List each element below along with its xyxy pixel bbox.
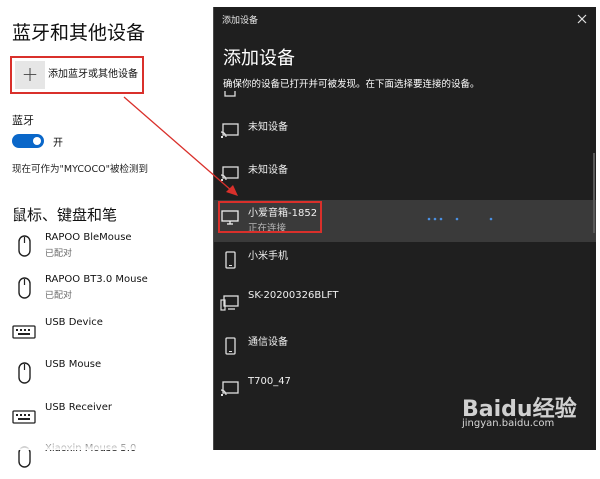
device-list-item-name: 小爱音箱-1852 (248, 208, 318, 219)
baidu-watermark: Baidu经验 jingyan.baidu.com (462, 389, 598, 447)
device-row[interactable]: USB Receiver (12, 402, 212, 438)
device-list-item-name: 通信设备 (248, 337, 288, 348)
device-list-item[interactable]: SK-20200326BLFT (214, 282, 596, 324)
cast-device-icon (220, 166, 239, 181)
cast-device-icon (220, 123, 239, 138)
device-status: 已配对 (45, 291, 73, 301)
phone-icon (225, 337, 236, 355)
device-status: 已配对 (45, 249, 73, 259)
watermark-url: jingyan.baidu.com (462, 418, 555, 429)
device-row[interactable]: USB Mouse (12, 359, 212, 395)
device-name: USB Device (45, 317, 103, 328)
monitor-icon (221, 210, 239, 225)
discoverable-text: 现在可作为"MYCOCO"被检测到 (12, 164, 148, 175)
device-row[interactable]: USB Device (12, 317, 212, 353)
mouse-icon (18, 235, 31, 257)
device-icon-partial (224, 91, 236, 97)
bluetooth-label: 蓝牙 (12, 114, 34, 127)
device-list-item-name: SK-20200326BLFT (248, 290, 339, 301)
cast-device-icon (220, 381, 239, 396)
device-list-item-name: 未知设备 (248, 122, 288, 133)
device-list-item[interactable]: 小米手机 (214, 239, 596, 281)
dialog-titlebar: 添加设备 (214, 7, 596, 31)
add-device-label: 添加蓝牙或其他设备 (48, 69, 138, 80)
scroll-fade (0, 438, 215, 450)
device-list-item-name: 小米手机 (248, 251, 288, 262)
settings-page: 蓝牙和其他设备 + 添加蓝牙或其他设备 蓝牙 开 现在可作为"MYCOCO"被检… (0, 0, 215, 468)
device-list-item[interactable]: 未知设备 (214, 153, 596, 195)
bluetooth-toggle-state: 开 (53, 138, 63, 149)
device-list-item-name: 未知设备 (248, 165, 288, 176)
device-list-item[interactable]: 通信设备 (214, 325, 596, 367)
device-name: RAPOO BT3.0 Mouse (45, 274, 148, 285)
dialog-scrollbar[interactable] (593, 153, 595, 233)
device-list-item-status: 正在连接 (248, 223, 287, 234)
bluetooth-toggle[interactable] (12, 134, 44, 148)
close-icon[interactable] (574, 11, 590, 27)
device-list-item[interactable]: 未知设备 (214, 110, 596, 152)
dialog-heading: 添加设备 (223, 48, 295, 69)
device-name: USB Receiver (45, 402, 112, 413)
device-list-item-selected[interactable]: 小爱音箱-1852 正在连接 (214, 200, 596, 242)
plus-icon: + (15, 61, 45, 89)
add-device-dialog: 添加设备 添加设备 确保你的设备已打开并可被发现。在下面选择要连接的设备。 未知… (213, 7, 596, 450)
device-row[interactable]: RAPOO BT3.0 Mouse 已配对 (12, 274, 212, 310)
section-title: 鼠标、键盘和笔 (12, 206, 118, 224)
keyboard-icon (12, 325, 36, 339)
device-list-item-name: T700_47 (248, 376, 291, 387)
dialog-subtitle: 确保你的设备已打开并可被发现。在下面选择要连接的设备。 (223, 79, 480, 90)
device-name: USB Mouse (45, 359, 102, 370)
dialog-titlebar-text: 添加设备 (222, 16, 259, 26)
device-name: RAPOO BleMouse (45, 232, 132, 243)
phone-icon (225, 251, 236, 269)
mouse-icon (18, 362, 31, 384)
mouse-icon (18, 277, 31, 299)
add-device-button[interactable]: + 添加蓝牙或其他设备 (10, 56, 144, 94)
pc-icon (220, 295, 239, 311)
toggle-knob (33, 137, 41, 145)
progress-dots (427, 217, 493, 221)
device-row[interactable]: RAPOO BleMouse 已配对 (12, 232, 212, 268)
keyboard-icon (12, 410, 36, 424)
page-title: 蓝牙和其他设备 (12, 22, 146, 44)
